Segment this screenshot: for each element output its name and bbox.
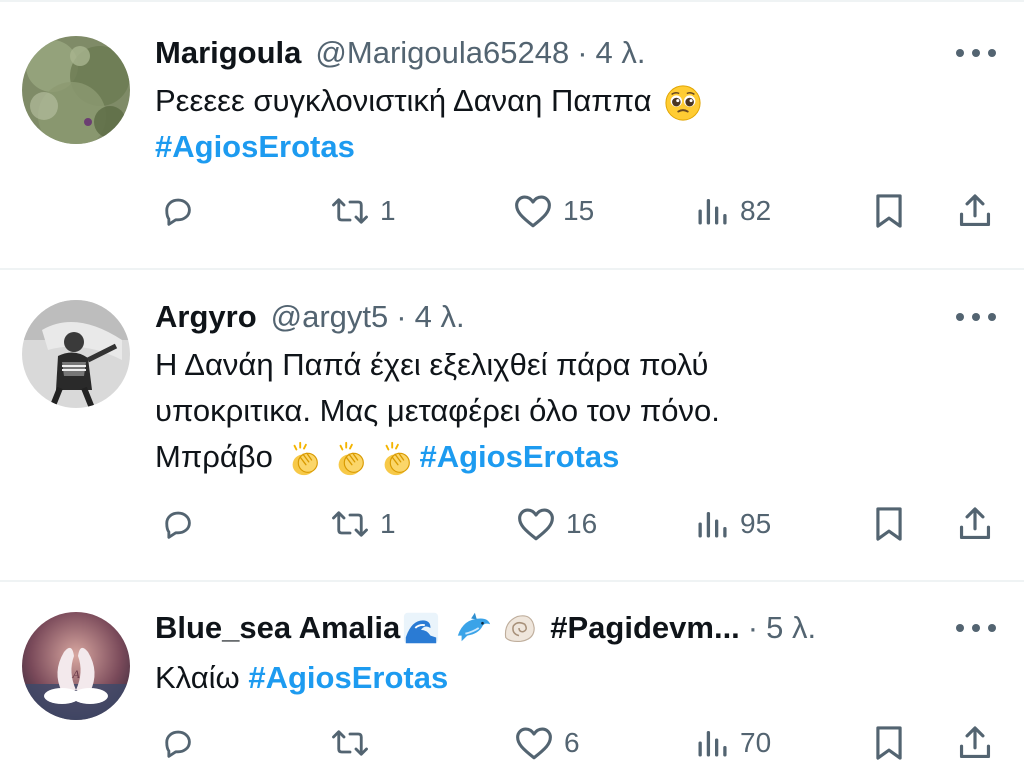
bookmark-button[interactable] <box>872 186 906 236</box>
bookmark-icon <box>876 726 902 760</box>
reply-icon <box>165 730 191 758</box>
share-icon <box>959 194 991 227</box>
reply-button[interactable] <box>160 718 206 768</box>
reply-button[interactable] <box>160 186 206 236</box>
bookmark-icon <box>876 507 902 541</box>
bookmark-button[interactable] <box>872 718 906 768</box>
more-dots-icon[interactable] <box>956 307 996 327</box>
action-bar: 1 15 82 <box>0 186 1024 236</box>
clapping-hands-emoji-icon <box>293 441 319 475</box>
wave-emoji-icon <box>404 612 439 644</box>
retweet-count: 1 <box>380 508 396 539</box>
display-name[interactable]: Argyro <box>155 297 257 337</box>
tweet-header: Argyro @argyt5 · 4 λ. <box>155 297 465 337</box>
more-dots-icon[interactable] <box>956 43 996 63</box>
user-handle[interactable]: @argyt5 <box>271 297 389 337</box>
views-chart-icon <box>698 512 727 538</box>
clapping-hands-emoji-icon <box>339 441 365 475</box>
separator-dot: · <box>747 610 759 645</box>
separator-dot: · <box>396 299 407 334</box>
reply-button[interactable] <box>160 499 206 549</box>
dolphin-emoji-icon <box>458 612 491 642</box>
clapping-hands-emoji-icon <box>385 441 411 475</box>
tweet-header: Blue_sea Amalia #Pagidevm... · 5 λ. <box>155 608 816 648</box>
tweet-marigoula[interactable]: Marigoula @Marigoula65248 · 4 λ. Ρεεεεε … <box>0 0 1024 270</box>
like-count: 16 <box>566 508 598 539</box>
separator-dot: · <box>577 35 588 70</box>
views-chart-icon <box>698 199 727 225</box>
hashtag-link[interactable]: #AgiosErotas <box>155 129 355 164</box>
tweet-header: Marigoula @Marigoula65248 · 4 λ. <box>155 33 646 73</box>
view-count: 70 <box>740 727 772 758</box>
tweet-text-line: υποκριτικα. Μας μεταφέρει όλο τον πόνο. <box>155 393 720 428</box>
reply-icon <box>165 511 191 539</box>
views-chart-icon <box>698 731 727 757</box>
views-button[interactable]: 95 <box>694 499 771 549</box>
timestamp[interactable]: 5 λ. <box>766 608 816 648</box>
tweet-blue-sea-amalia[interactable]: A Blue_sea Amalia #Pagidevm... · 5 λ. Κλ… <box>0 582 1024 764</box>
spiral-shell-emoji-icon <box>505 615 536 643</box>
view-count: 82 <box>740 195 772 226</box>
like-count: 15 <box>563 195 595 226</box>
retweet-icon <box>332 198 368 224</box>
heart-icon <box>515 195 551 228</box>
share-button[interactable] <box>956 499 994 549</box>
action-bar: 6 70 <box>0 718 1024 768</box>
display-name[interactable]: Blue_sea Amalia <box>155 608 400 648</box>
share-button[interactable] <box>956 186 994 236</box>
like-button[interactable]: 16 <box>516 499 597 549</box>
name-hashtag[interactable]: #Pagidevm... <box>550 608 740 648</box>
heart-icon <box>516 727 552 760</box>
avatar[interactable] <box>22 300 130 408</box>
reply-icon <box>165 198 191 226</box>
retweet-count: 1 <box>380 195 396 226</box>
like-button[interactable]: 6 <box>514 718 580 768</box>
retweet-button[interactable] <box>330 718 380 768</box>
tweet-text-line: Η Δανάη Παπά έχει εξελιχθεί πάρα πολύ <box>155 347 709 382</box>
user-handle[interactable]: @Marigoula65248 <box>315 33 569 73</box>
avatar[interactable]: A <box>22 612 130 720</box>
tweet-text: Κλαίω #AgiosErotas <box>155 655 895 701</box>
like-count: 6 <box>564 727 580 758</box>
avatar[interactable] <box>22 36 130 144</box>
share-icon <box>959 507 991 540</box>
more-dots-icon[interactable] <box>956 618 996 638</box>
share-icon <box>959 726 991 759</box>
retweet-button[interactable]: 1 <box>330 499 396 549</box>
pleading-face-emoji-icon <box>665 85 701 121</box>
retweet-icon <box>332 511 368 537</box>
heart-icon <box>518 508 554 541</box>
display-name[interactable]: Marigoula <box>155 33 301 73</box>
bookmark-button[interactable] <box>872 499 906 549</box>
views-button[interactable]: 70 <box>694 718 771 768</box>
tweet-text-content: Ρεεεεε συγκλονιστική Δαναη Παππα <box>155 83 652 118</box>
tweet-text-content: Κλαίω <box>155 660 240 695</box>
tweet-text: Ρεεεεε συγκλονιστική Δαναη Παππα #AgiosE… <box>155 78 895 170</box>
retweet-icon <box>332 730 368 756</box>
bookmark-icon <box>876 194 902 228</box>
retweet-button[interactable]: 1 <box>330 186 396 236</box>
like-button[interactable]: 15 <box>513 186 594 236</box>
timestamp[interactable]: 4 λ. <box>415 297 465 337</box>
tweet-argyro[interactable]: Argyro @argyt5 · 4 λ. Η Δανάη Παπά έχει … <box>0 270 1024 582</box>
tweet-text-line: Μπράβο <box>155 439 273 474</box>
timestamp[interactable]: 4 λ. <box>596 33 646 73</box>
action-bar: 1 16 95 <box>0 499 1024 549</box>
share-button[interactable] <box>956 718 994 768</box>
views-button[interactable]: 82 <box>694 186 771 236</box>
svg-text:A: A <box>71 667 80 681</box>
tweet-text: Η Δανάη Παπά έχει εξελιχθεί πάρα πολύ υπ… <box>155 342 895 480</box>
hashtag-link[interactable]: #AgiosErotas <box>419 439 619 474</box>
hashtag-link[interactable]: #AgiosErotas <box>248 660 448 695</box>
view-count: 95 <box>740 508 772 539</box>
